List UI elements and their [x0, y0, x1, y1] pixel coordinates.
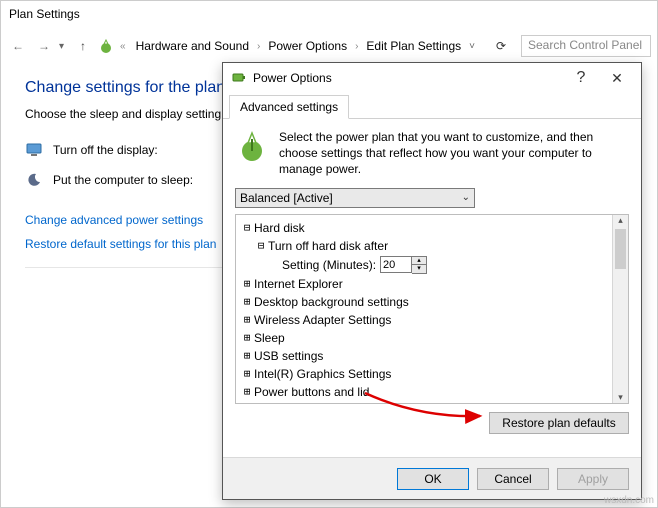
- spinner-down-icon[interactable]: ▾: [412, 265, 426, 273]
- settings-tree-container: ⊟Hard disk ⊟Turn off hard disk after Set…: [235, 214, 629, 404]
- tab-advanced-settings[interactable]: Advanced settings: [229, 95, 349, 119]
- scroll-thumb[interactable]: [615, 229, 626, 269]
- battery-icon: [231, 69, 247, 88]
- cancel-button[interactable]: Cancel: [477, 468, 549, 490]
- forward-button[interactable]: →: [33, 35, 55, 57]
- breadcrumb-dropdown-icon[interactable]: ˅: [469, 41, 475, 52]
- chevron-down-icon: ⌄: [462, 192, 470, 203]
- refresh-button[interactable]: ⟳: [491, 39, 511, 53]
- minutes-spinner[interactable]: ▴▾: [380, 256, 427, 274]
- tree-node-sleep[interactable]: ⊞Sleep: [240, 329, 608, 347]
- search-input[interactable]: Search Control Panel: [521, 35, 651, 57]
- expand-icon[interactable]: ⊞: [240, 277, 254, 290]
- expand-icon[interactable]: ⊞: [240, 295, 254, 308]
- back-button[interactable]: ←: [7, 35, 29, 57]
- dialog-body: Select the power plan that you want to c…: [223, 119, 641, 444]
- breadcrumb-item[interactable]: Power Options: [264, 37, 351, 55]
- intro: Select the power plan that you want to c…: [235, 129, 629, 178]
- power-plan-icon: [235, 129, 269, 163]
- display-label: Turn off the display:: [53, 143, 223, 157]
- chevron-right-icon: ›: [255, 41, 262, 52]
- expand-icon[interactable]: ⊞: [240, 385, 254, 398]
- monitor-icon: [25, 141, 43, 159]
- history-dropdown-icon[interactable]: ▾: [59, 41, 64, 52]
- sleep-label: Put the computer to sleep:: [53, 173, 223, 187]
- tree-node-intel-graphics[interactable]: ⊞Intel(R) Graphics Settings: [240, 365, 608, 383]
- dialog-titlebar: Power Options ? ✕: [223, 63, 641, 93]
- close-button[interactable]: ✕: [599, 64, 635, 92]
- ok-button[interactable]: OK: [397, 468, 469, 490]
- breadcrumb: Hardware and Sound › Power Options › Edi…: [132, 37, 466, 55]
- minutes-input[interactable]: [380, 256, 412, 273]
- collapse-icon[interactable]: ⊟: [240, 221, 254, 234]
- expand-icon[interactable]: ⊞: [240, 331, 254, 344]
- power-options-dialog: Power Options ? ✕ Advanced settings Sele…: [222, 62, 642, 500]
- window-title: Plan Settings: [1, 1, 657, 31]
- tree-scrollbar[interactable]: [612, 215, 628, 403]
- tree-node-usb[interactable]: ⊞USB settings: [240, 347, 608, 365]
- collapse-icon[interactable]: ⊟: [254, 239, 268, 252]
- apply-button[interactable]: Apply: [557, 468, 629, 490]
- tree-setting-minutes: Setting (Minutes): ▴▾: [282, 255, 608, 275]
- dialog-title: Power Options: [253, 71, 332, 85]
- restore-plan-defaults-button[interactable]: Restore plan defaults: [489, 412, 629, 434]
- settings-tree[interactable]: ⊟Hard disk ⊟Turn off hard disk after Set…: [236, 215, 612, 403]
- watermark: wsxdn.com: [604, 495, 654, 506]
- tree-node-pci-express[interactable]: ⊞PCI Express: [240, 401, 608, 403]
- toolbar: ← → ▾ ↑ « Hardware and Sound › Power Opt…: [1, 31, 657, 61]
- breadcrumb-item[interactable]: Edit Plan Settings: [362, 37, 465, 55]
- tree-node-ie[interactable]: ⊞Internet Explorer: [240, 275, 608, 293]
- expand-icon[interactable]: ⊞: [240, 367, 254, 380]
- spinner-up-icon[interactable]: ▴: [412, 257, 426, 265]
- tab-bar: Advanced settings: [223, 93, 641, 119]
- breadcrumb-separator: «: [118, 41, 128, 52]
- expand-icon[interactable]: ⊞: [240, 313, 254, 326]
- tree-node-power-buttons[interactable]: ⊞Power buttons and lid: [240, 383, 608, 401]
- power-icon: [98, 38, 114, 54]
- help-button[interactable]: ?: [563, 64, 599, 92]
- tree-node-hard-disk[interactable]: ⊟Hard disk: [240, 219, 608, 237]
- chevron-right-icon: ›: [353, 41, 360, 52]
- expand-icon[interactable]: ⊞: [240, 349, 254, 362]
- setting-label: Setting (Minutes):: [282, 258, 376, 272]
- intro-text: Select the power plan that you want to c…: [279, 129, 629, 178]
- tree-node-desktop-bg[interactable]: ⊞Desktop background settings: [240, 293, 608, 311]
- tree-node-turn-off-hdd[interactable]: ⊟Turn off hard disk after: [254, 237, 608, 255]
- breadcrumb-item[interactable]: Hardware and Sound: [132, 37, 253, 55]
- power-plan-value: Balanced [Active]: [240, 191, 333, 205]
- moon-icon: [25, 171, 43, 189]
- tree-node-wireless[interactable]: ⊞Wireless Adapter Settings: [240, 311, 608, 329]
- power-plan-select[interactable]: Balanced [Active] ⌄: [235, 188, 475, 208]
- dialog-footer: OK Cancel Apply: [223, 457, 641, 499]
- up-button[interactable]: ↑: [72, 35, 94, 57]
